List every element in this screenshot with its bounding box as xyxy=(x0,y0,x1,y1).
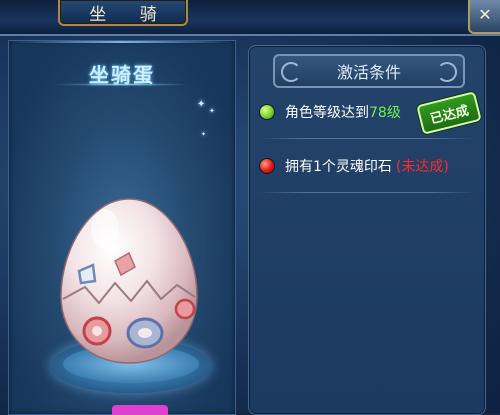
condition-soul-stone-text: 拥有1个灵魂印石 xyxy=(285,159,392,175)
egg-icon xyxy=(60,198,198,364)
sparkle-icon: ✦ xyxy=(209,107,215,115)
close-icon: ✕ xyxy=(478,5,492,24)
title-glow-line xyxy=(57,83,187,86)
bottom-tab-button[interactable] xyxy=(112,405,168,415)
condition-soul-stone: 拥有1个灵魂印石 (未达成) xyxy=(259,154,475,178)
sparkle-icon: ✦ xyxy=(197,99,206,110)
mount-preview-panel: 坐骑蛋 ✦ ✦ ✦ xyxy=(8,40,236,415)
conditions-header: 激活条件 xyxy=(273,54,465,88)
scroll-ornament-icon xyxy=(437,62,457,82)
divider xyxy=(259,138,475,139)
condition-level-text: 角色等级达到 xyxy=(285,105,369,121)
divider xyxy=(259,192,475,193)
completed-stamp: 已达成 xyxy=(416,91,482,135)
mount-egg-image[interactable] xyxy=(49,191,209,371)
red-circle-icon xyxy=(259,158,275,174)
condition-level-value: 78级 xyxy=(369,105,401,121)
close-button[interactable]: ✕ xyxy=(468,0,500,34)
window-title: 坐 骑 xyxy=(58,0,188,26)
mount-window: 坐 骑 ✕ 坐骑蛋 ✦ ✦ ✦ 激活条件 角色等级达到 78级 已达成 拥有1个… xyxy=(0,0,500,415)
sparkle-icon: ✦ xyxy=(201,131,207,138)
conditions-title: 激活条件 xyxy=(336,63,401,82)
green-circle-icon xyxy=(259,104,275,120)
scroll-ornament-icon xyxy=(281,62,301,82)
activation-conditions-panel: 激活条件 角色等级达到 78级 已达成 拥有1个灵魂印石 (未达成) xyxy=(248,45,486,415)
condition-status-text: (未达成) xyxy=(395,159,449,175)
